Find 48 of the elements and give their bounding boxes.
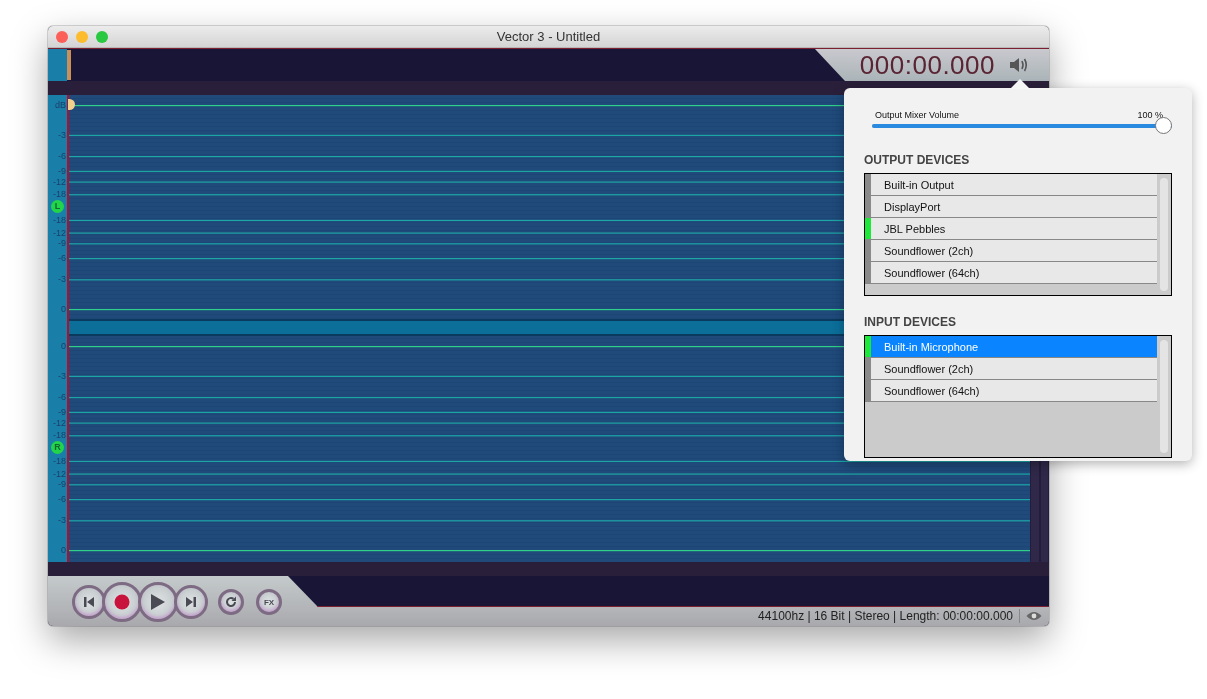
- device-item[interactable]: Soundflower (2ch): [865, 358, 1157, 380]
- speaker-icon[interactable]: [1009, 56, 1029, 74]
- db-label: -12: [53, 467, 66, 480]
- db-label: -9: [58, 237, 66, 250]
- db-label: -9: [58, 164, 66, 177]
- db-label: dB: [55, 99, 66, 111]
- status-text: 44100hz | 16 Bit | Stereo | Length: 00:00:00.000: [758, 609, 1020, 623]
- fx-button[interactable]: FX: [256, 589, 282, 615]
- loop-icon: [225, 596, 237, 608]
- db-label: -9: [58, 405, 66, 418]
- channel-badge: R: [51, 441, 64, 454]
- skip-back-button[interactable]: [72, 585, 106, 619]
- device-item[interactable]: Built-in Microphone: [865, 336, 1157, 358]
- time-display: 000:00.000: [859, 49, 995, 81]
- window-title: Vector 3 - Untitled: [496, 29, 601, 44]
- db-label: -12: [53, 226, 66, 239]
- device-item[interactable]: Soundflower (64ch): [865, 262, 1157, 284]
- db-label: -18: [53, 429, 66, 442]
- db-label: -12: [53, 416, 66, 429]
- section-title: INPUT DEVICES: [864, 315, 957, 329]
- skip-forward-button[interactable]: [174, 585, 208, 619]
- close-button[interactable]: [56, 31, 68, 43]
- record-button[interactable]: [102, 582, 142, 622]
- horizontal-scrollbar[interactable]: [48, 562, 1049, 576]
- play-icon: [150, 593, 166, 611]
- loop-button[interactable]: [218, 589, 244, 615]
- playhead-handle[interactable]: [68, 99, 75, 110]
- db-label: -18: [53, 454, 66, 467]
- section-title: OUTPUT DEVICES: [864, 153, 971, 167]
- skip-back-icon: [83, 596, 95, 608]
- db-label: -18: [53, 188, 66, 201]
- device-item[interactable]: DisplayPort: [865, 196, 1157, 218]
- record-icon: [114, 594, 130, 610]
- playhead-marker[interactable]: [67, 50, 71, 80]
- channel-badge: L: [51, 200, 64, 213]
- db-label: -12: [53, 175, 66, 188]
- volume-reading: 100 %: [1137, 110, 1163, 120]
- device-item[interactable]: Soundflower (64ch): [865, 380, 1157, 402]
- device-item[interactable]: Built-in Output: [865, 174, 1157, 196]
- play-button[interactable]: [138, 582, 178, 622]
- volume-label: Output Mixer Volume: [875, 110, 960, 120]
- ruler-header: [48, 49, 67, 81]
- db-label: -18: [53, 213, 66, 226]
- device-item[interactable]: Soundflower (2ch): [865, 240, 1157, 262]
- device-item[interactable]: JBL Pebbles: [865, 218, 1157, 240]
- eye-icon[interactable]: [1026, 611, 1042, 621]
- db-label: -9: [58, 478, 66, 491]
- skip-forward-icon: [185, 596, 197, 608]
